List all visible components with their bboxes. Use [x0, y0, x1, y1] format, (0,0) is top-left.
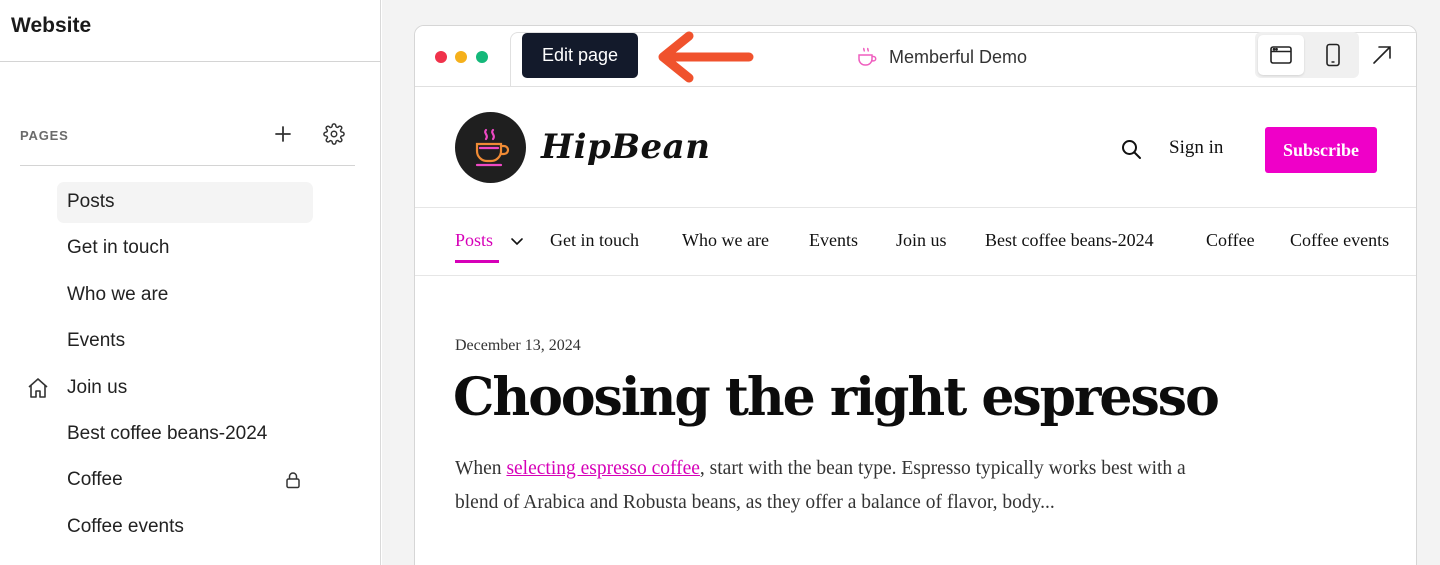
- page-settings-button[interactable]: [320, 120, 348, 148]
- lock-icon: [286, 472, 300, 489]
- browser-toolbar: Edit page Memberful Demo: [415, 26, 1416, 87]
- nav-item-coffee-events[interactable]: Coffee events: [1290, 230, 1389, 251]
- coffee-cup-icon: [475, 128, 509, 166]
- sidebar-item-label: Posts: [67, 191, 115, 212]
- page-list: Posts Get in touch Who we are Events Joi…: [0, 180, 381, 551]
- add-page-button[interactable]: [269, 120, 297, 148]
- divider: [0, 61, 381, 62]
- window-maximize-dot: [476, 51, 488, 63]
- viewport-toggle: [1255, 32, 1359, 78]
- sidebar-item-label: Who we are: [67, 283, 169, 305]
- open-in-new-button[interactable]: [1367, 40, 1397, 70]
- search-icon[interactable]: [1119, 137, 1143, 161]
- sidebar-item-label: Best coffee beans-2024: [67, 422, 268, 444]
- gear-icon: [323, 123, 345, 145]
- logo-mark[interactable]: [455, 112, 526, 183]
- pages-label: PAGES: [20, 128, 69, 143]
- excerpt-link[interactable]: selecting espresso coffee: [506, 458, 699, 479]
- sidebar-item-coffee-events[interactable]: Coffee events: [0, 505, 381, 551]
- site-name: Memberful Demo: [889, 46, 1028, 67]
- desktop-icon: [1270, 46, 1292, 64]
- sidebar-item-label: Coffee events: [67, 515, 184, 537]
- window-close-dot: [435, 51, 447, 63]
- subscribe-button[interactable]: Subscribe: [1265, 127, 1377, 173]
- nav-item-best-coffee-beans[interactable]: Best coffee beans-2024: [985, 230, 1154, 251]
- sidebar-item-join-us[interactable]: Join us: [0, 366, 381, 412]
- sidebar-item-coffee[interactable]: Coffee: [0, 458, 381, 504]
- pages-header: PAGES: [20, 118, 355, 166]
- coffee-cup-icon: [858, 47, 877, 66]
- sidebar-item-label: Join us: [67, 376, 128, 398]
- arrow-up-right-icon: [1373, 46, 1391, 64]
- sidebar-item-best-coffee-beans[interactable]: Best coffee beans-2024: [0, 412, 381, 458]
- sidebar-item-events[interactable]: Events: [0, 319, 381, 365]
- post-title[interactable]: Choosing the right espresso: [453, 367, 1220, 428]
- sidebar-item-label: Coffee: [67, 469, 123, 491]
- signin-link[interactable]: Sign in: [1169, 137, 1223, 159]
- mobile-icon: [1326, 43, 1340, 67]
- plus-icon: [275, 126, 291, 142]
- home-icon: [28, 377, 48, 398]
- browser-preview: Edit page Memberful Demo HipBean Sign in…: [414, 25, 1417, 565]
- desktop-view-button[interactable]: [1258, 35, 1304, 75]
- sidebar-item-label: Get in touch: [67, 237, 170, 259]
- sidebar: Website PAGES Posts Get in touch Who we …: [0, 0, 381, 565]
- nav-item-who-we-are[interactable]: Who we are: [682, 230, 769, 251]
- sidebar-item-label: Events: [67, 330, 126, 352]
- excerpt-text: When: [455, 458, 507, 479]
- edit-page-button[interactable]: Edit page: [522, 33, 638, 78]
- sidebar-title: Website: [11, 14, 92, 37]
- divider: [415, 207, 1416, 208]
- sidebar-item-posts[interactable]: Posts: [0, 180, 381, 226]
- nav-item-posts[interactable]: Posts: [455, 230, 493, 251]
- nav-item-coffee[interactable]: Coffee: [1206, 230, 1255, 251]
- nav-item-join-us[interactable]: Join us: [896, 230, 947, 251]
- nav-item-get-in-touch[interactable]: Get in touch: [550, 230, 639, 251]
- chevron-down-icon[interactable]: [510, 234, 524, 248]
- mobile-view-button[interactable]: [1310, 35, 1356, 75]
- nav-active-underline: [455, 260, 499, 263]
- window-minimize-dot: [455, 51, 467, 63]
- divider: [415, 275, 1416, 276]
- site-title: Memberful Demo: [855, 45, 1027, 69]
- sidebar-item-who-we-are[interactable]: Who we are: [0, 273, 381, 319]
- post-excerpt: When selecting espresso coffee, start wi…: [455, 452, 1215, 519]
- sidebar-item-get-in-touch[interactable]: Get in touch: [0, 226, 381, 272]
- post-date: December 13, 2024: [455, 337, 581, 354]
- nav-item-events[interactable]: Events: [809, 230, 858, 251]
- arrow-left-icon: [658, 31, 754, 83]
- site-logo-text[interactable]: HipBean: [541, 127, 710, 167]
